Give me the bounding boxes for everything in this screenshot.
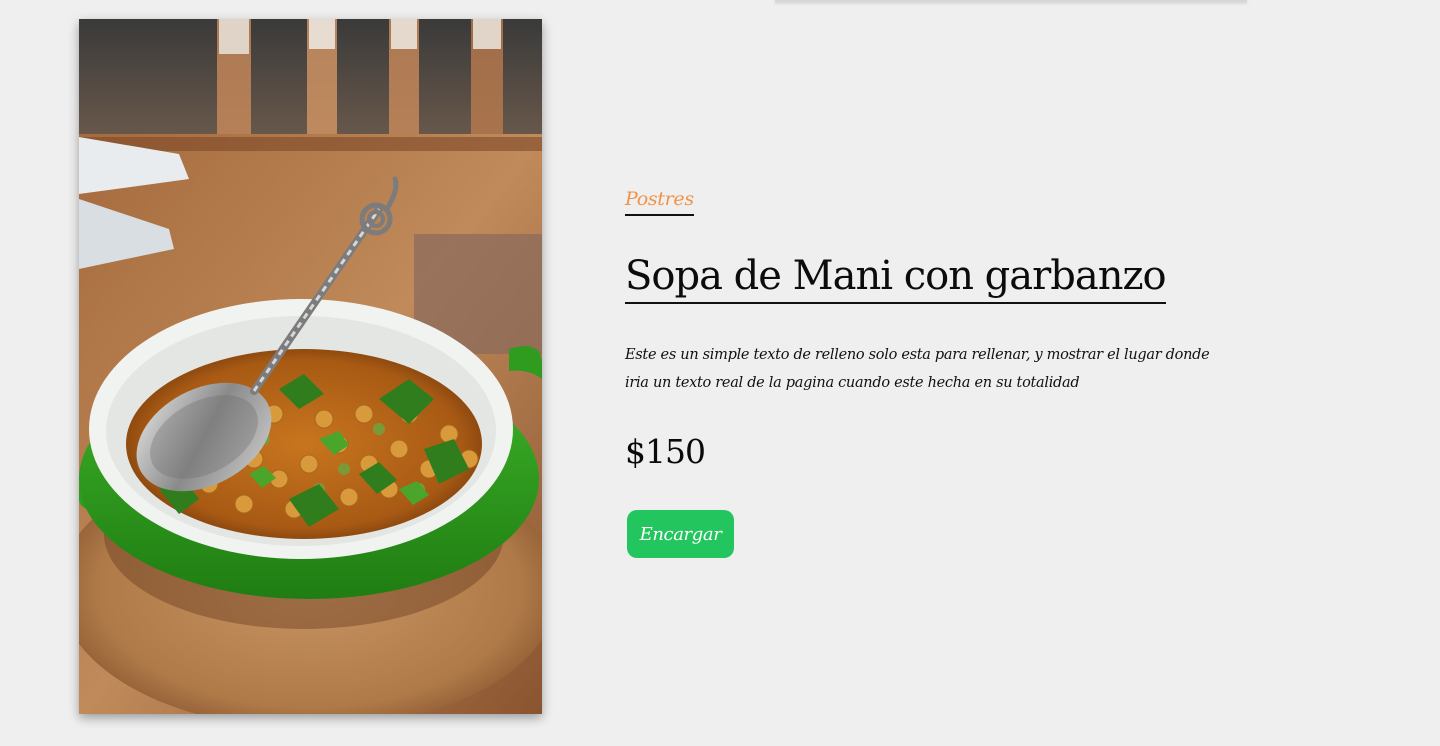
product-price: $150: [625, 432, 706, 471]
category-label[interactable]: Postres: [625, 185, 694, 216]
product-description: Este es un simple texto de relleno solo …: [625, 347, 1210, 391]
order-button[interactable]: Encargar: [627, 510, 734, 558]
product-title: Sopa de Mani con garbanzo: [625, 251, 1167, 304]
top-divider: [775, 0, 1247, 2]
product-image: [79, 19, 542, 714]
